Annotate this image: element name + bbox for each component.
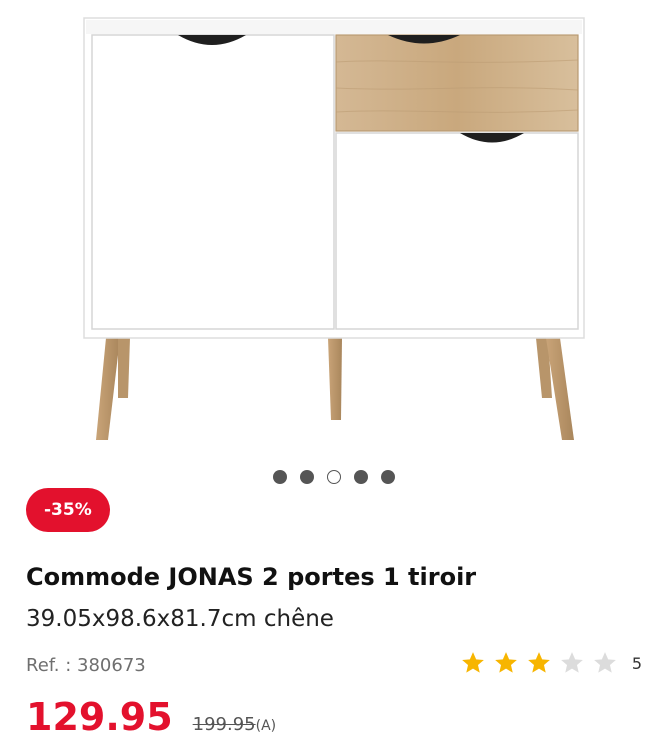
carousel-dots [0, 470, 668, 484]
rating-count: 5 [631, 653, 642, 673]
old-price: 199.95 [192, 714, 256, 735]
price-note: (A) [255, 718, 277, 734]
star-icon [494, 652, 517, 673]
star-icon [560, 652, 583, 673]
star-icon [461, 652, 484, 673]
carousel-dot-active[interactable] [327, 470, 341, 484]
carousel-dot[interactable] [273, 470, 287, 484]
carousel-dot[interactable] [381, 470, 395, 484]
product-title: Commode JONAS 2 portes 1 tiroir [26, 563, 477, 591]
product-image[interactable] [0, 0, 668, 450]
star-icon [527, 652, 550, 673]
discount-badge: -35% [26, 488, 110, 532]
rating[interactable]: 5 [453, 650, 642, 676]
product-reference: Ref. : 380673 [26, 655, 146, 676]
carousel-dot[interactable] [300, 470, 314, 484]
product-subtitle: 39.05x98.6x81.7cm chêne [26, 606, 334, 632]
carousel-dot[interactable] [354, 470, 368, 484]
price-row: 129.95 199.95 (A) [26, 695, 276, 739]
current-price: 129.95 [26, 695, 173, 739]
star-icon [593, 652, 616, 673]
